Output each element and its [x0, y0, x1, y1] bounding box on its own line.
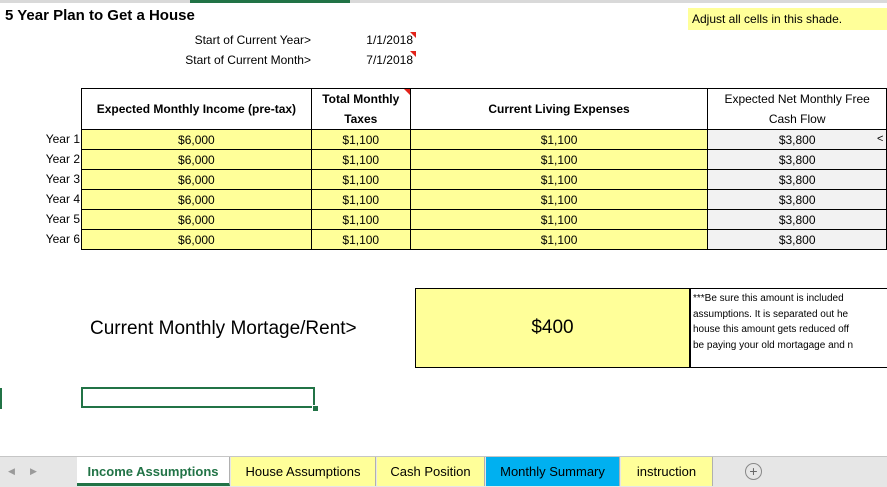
income-cell[interactable]: $6,000 [81, 169, 312, 190]
fill-handle[interactable] [312, 405, 319, 412]
row-label: Year 2 [45, 152, 80, 166]
expenses-cell[interactable]: $1,100 [409, 129, 709, 150]
taxes-cell[interactable]: $1,100 [310, 209, 411, 230]
tab-monthly-summary[interactable]: Monthly Summary [486, 457, 620, 486]
row-label: Year 5 [45, 212, 80, 226]
taxes-cell[interactable]: $1,100 [310, 169, 411, 190]
taxes-cell[interactable]: $1,100 [310, 189, 411, 210]
mortgage-value: $400 [531, 317, 574, 338]
active-cell[interactable] [81, 387, 315, 408]
start-month-value[interactable]: 7/1/2018 [343, 53, 413, 67]
income-cell[interactable]: $6,000 [81, 149, 312, 170]
income-cell[interactable]: $6,000 [81, 209, 312, 230]
cashflow-cell[interactable]: $3,800 [707, 209, 887, 230]
side-note-line: ***Be sure this amount is included [693, 293, 844, 304]
side-note[interactable]: ***Be sure this amount is included assum… [690, 288, 887, 368]
row-label: Year 6 [45, 232, 80, 246]
selected-column-indicator [190, 0, 350, 3]
expenses-cell[interactable]: $1,100 [409, 169, 709, 190]
start-year-label: Start of Current Year> [194, 33, 311, 47]
tab-house-assumptions[interactable]: House Assumptions [231, 457, 376, 486]
scroll-right-icon[interactable]: ▶ [30, 466, 37, 477]
income-cell[interactable]: $6,000 [81, 129, 312, 150]
comment-indicator-icon[interactable] [403, 89, 410, 95]
worksheet[interactable]: 5 Year Plan to Get a House Adjust all ce… [0, 0, 887, 456]
header-cashflow[interactable]: Expected Net Monthly Free Cash Flow [707, 88, 887, 130]
header-taxes[interactable]: Total Monthly Taxes [310, 88, 411, 130]
column-header-strip [0, 0, 887, 3]
add-sheet-icon[interactable]: + [745, 463, 762, 480]
header-taxes-line2: Taxes [344, 112, 378, 126]
row-label: Year 4 [45, 192, 80, 206]
side-note-line: assumptions. It is separated out he [693, 308, 849, 320]
header-cash-line1: Expected Net Monthly Free [724, 92, 870, 106]
sheet-title: 5 Year Plan to Get a House [5, 7, 195, 24]
cashflow-cell[interactable]: $3,800 [707, 189, 887, 210]
income-cell[interactable]: $6,000 [81, 229, 312, 250]
scroll-left-icon[interactable]: ◀ [8, 466, 15, 477]
expenses-cell[interactable]: $1,100 [409, 229, 709, 250]
mortgage-label: Current Monthly Mortage/Rent> [90, 318, 357, 339]
cashflow-cell[interactable]: $3,800 [707, 129, 887, 150]
header-taxes-line1: Total Monthly [322, 92, 400, 106]
cashflow-cell[interactable]: $3,800 [707, 149, 887, 170]
header-expenses[interactable]: Current Living Expenses [409, 88, 709, 130]
tab-income-assumptions[interactable]: Income Assumptions [77, 457, 230, 486]
taxes-cell[interactable]: $1,100 [310, 229, 411, 250]
overflow-text: < [877, 133, 884, 145]
row-label: Year 1 [45, 132, 80, 146]
start-year-value[interactable]: 1/1/2018 [343, 33, 413, 47]
cashflow-cell[interactable]: $3,800 [707, 229, 887, 250]
taxes-cell[interactable]: $1,100 [310, 149, 411, 170]
income-table: Expected Monthly Income (pre-tax) Total … [81, 88, 887, 250]
side-note-line: house this amount gets reduced off [693, 324, 850, 335]
side-note-line: be paying your old mortagage and n [693, 339, 854, 351]
expenses-cell[interactable]: $1,100 [409, 189, 709, 210]
mortgage-input[interactable]: $400 [415, 288, 690, 368]
tab-instruction[interactable]: instruction [621, 457, 713, 486]
table-row: $6,000 $1,100 $1,100 $3,800 [81, 189, 887, 210]
header-income[interactable]: Expected Monthly Income (pre-tax) [81, 88, 312, 130]
shade-note[interactable]: Adjust all cells in this shade. [688, 8, 887, 30]
table-row: $6,000 $1,100 $1,100 $3,800 [81, 229, 887, 250]
expenses-cell[interactable]: $1,100 [409, 149, 709, 170]
table-row: $6,000 $1,100 $1,100 $3,800 [81, 169, 887, 190]
table-row: $6,000 $1,100 $1,100 $3,800 [81, 129, 887, 150]
table-row: $6,000 $1,100 $1,100 $3,800 [81, 149, 887, 170]
comment-indicator-icon[interactable] [410, 32, 416, 38]
row-label: Year 3 [45, 172, 80, 186]
header-cash-line2: Cash Flow [768, 112, 826, 126]
start-month-label: Start of Current Month> [185, 53, 311, 67]
expenses-cell[interactable]: $1,100 [409, 209, 709, 230]
sheet-tab-bar: ◀ ▶ Income Assumptions House Assumptions… [0, 456, 887, 487]
cashflow-cell[interactable]: $3,800 [707, 169, 887, 190]
tab-cash-position[interactable]: Cash Position [377, 457, 485, 486]
taxes-cell[interactable]: $1,100 [310, 129, 411, 150]
comment-indicator-icon[interactable] [410, 51, 416, 57]
income-cell[interactable]: $6,000 [81, 189, 312, 210]
table-row: $6,000 $1,100 $1,100 $3,800 [81, 209, 887, 230]
row-selection-indicator [0, 388, 2, 409]
